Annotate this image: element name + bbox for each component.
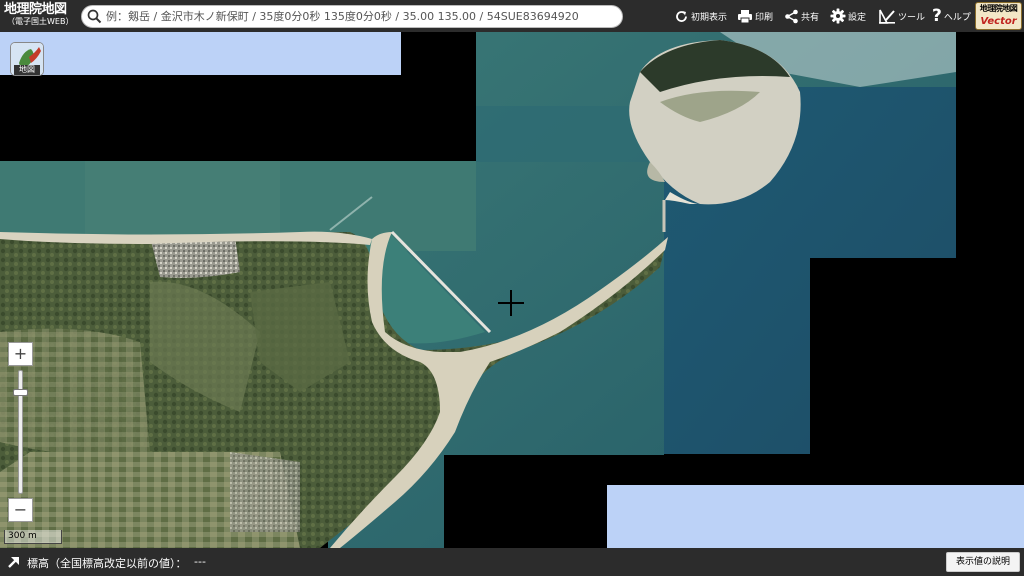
help-button[interactable]: ? ヘルプ — [932, 7, 971, 25]
help-label: ヘルプ — [943, 12, 971, 23]
settings-button[interactable]: 設定 — [830, 7, 866, 25]
tools-button[interactable]: ツール — [878, 7, 925, 25]
vector-badge-title: 地理院地図 — [979, 4, 1018, 13]
tools-icon — [878, 8, 896, 24]
logo-title: 地理院地図 — [4, 2, 67, 17]
search-input[interactable] — [106, 8, 616, 25]
vector-badge-label: Vector — [980, 16, 1017, 27]
value-explanation-button[interactable]: 表示値の説明 — [946, 552, 1020, 572]
reset-view-label: 初期表示 — [691, 12, 728, 23]
gear-icon — [830, 8, 846, 24]
print-label: 印刷 — [755, 12, 774, 23]
header-bar: 地理院地図 （電子国土WEB） 初期表示 印刷 共有 設定 — [0, 0, 1024, 32]
scale-bar: 300 m — [4, 530, 62, 544]
refresh-icon — [674, 9, 689, 24]
elevation-value: --- — [194, 555, 206, 568]
zoom-slider-handle[interactable] — [13, 389, 28, 396]
site-logo[interactable]: 地理院地図 （電子国土WEB） — [4, 2, 78, 30]
logo-subtitle: （電子国土WEB） — [7, 17, 74, 26]
footer-bar: 標高（全国標高改定以前の値）： --- 表示値の説明 — [0, 548, 1024, 576]
search-icon[interactable] — [87, 9, 102, 28]
basemap-label: 地図 — [14, 65, 40, 75]
print-button[interactable]: 印刷 — [737, 7, 773, 25]
zoom-out-button[interactable]: − — [8, 498, 33, 522]
zoom-in-button[interactable]: + — [8, 342, 33, 366]
printer-icon — [737, 9, 753, 24]
map-canvas[interactable]: 地図 — [0, 32, 1024, 548]
tools-label: ツール — [898, 12, 926, 23]
search-box[interactable] — [81, 5, 623, 28]
settings-label: 設定 — [848, 12, 867, 23]
expand-arrow-icon[interactable] — [7, 554, 21, 573]
help-icon: ? — [932, 6, 942, 26]
basemap-switcher-button[interactable]: 地図 — [10, 42, 44, 76]
share-label: 共有 — [801, 12, 820, 23]
share-icon — [784, 9, 799, 24]
reset-view-button[interactable]: 初期表示 — [674, 7, 727, 25]
share-button[interactable]: 共有 — [784, 7, 819, 25]
elevation-label: 標高（全国標高改定以前の値）： — [27, 557, 187, 570]
crosshair-icon — [498, 290, 524, 316]
zoom-control: + − — [8, 342, 33, 522]
vector-map-link[interactable]: 地理院地図 Vector — [975, 2, 1022, 30]
